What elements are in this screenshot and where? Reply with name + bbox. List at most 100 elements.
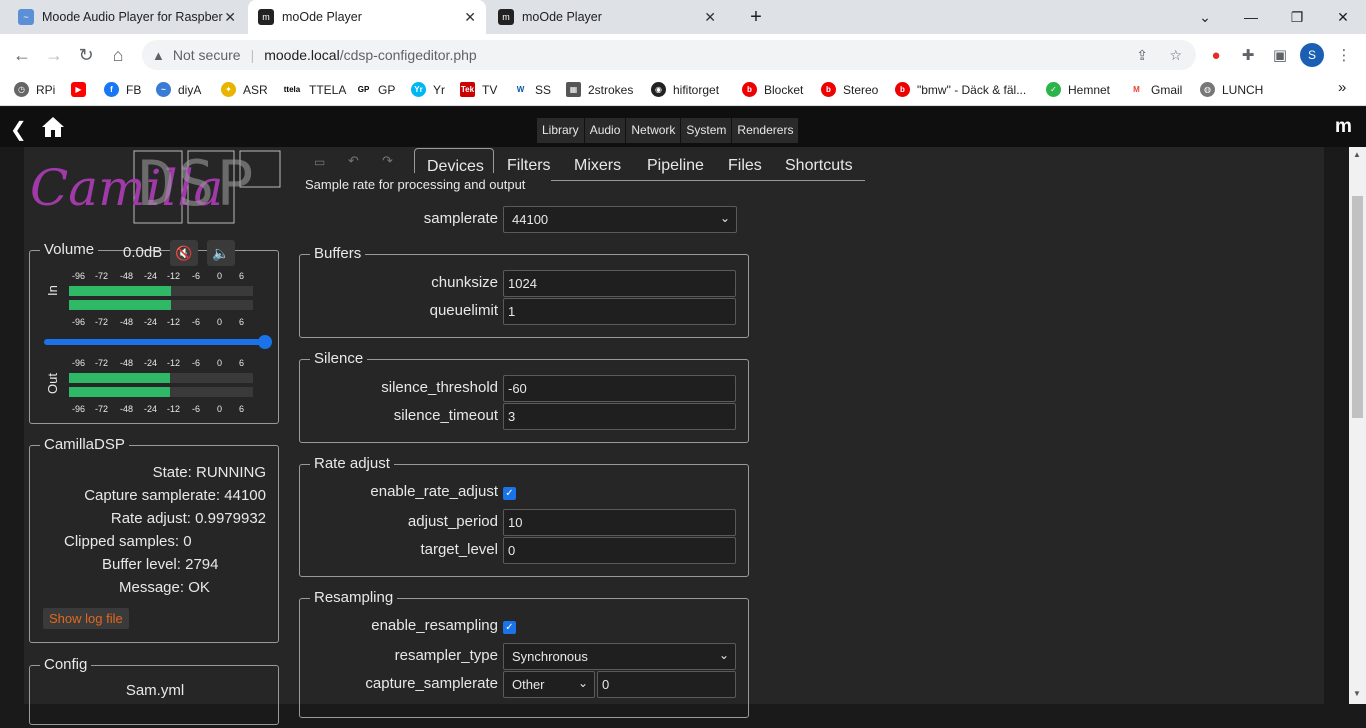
config-panel: Config Sam.yml: [29, 656, 279, 725]
tab-mixers[interactable]: Mixers: [574, 157, 621, 175]
resampling-legend: Resampling: [310, 589, 398, 606]
browser-tab-2[interactable]: m moOde Player ✕: [248, 0, 486, 34]
tab-files[interactable]: Files: [728, 157, 762, 175]
chunksize-input[interactable]: 1024: [503, 270, 736, 297]
close-window-icon[interactable]: ✕: [1320, 0, 1366, 34]
enable-resampling-checkbox[interactable]: ✓: [503, 621, 516, 634]
bookmark-star-icon[interactable]: ☆: [1169, 47, 1182, 64]
tab-search-icon[interactable]: ⌄: [1182, 0, 1228, 34]
silence-threshold-input[interactable]: -60: [503, 375, 736, 402]
bookmark-ttela[interactable]: ttela TTELA: [282, 82, 346, 97]
bookmark-bmw[interactable]: b "bmw" - Däck & fäl...: [895, 82, 1026, 97]
camilladsp-logo: Camilla DSP: [28, 147, 288, 229]
bookmark-2strokes[interactable]: ▦ 2strokes: [566, 82, 633, 97]
silence-timeout-input[interactable]: 3: [503, 403, 736, 430]
camilladsp-status-panel: CamillaDSP State: RUNNING Capture sample…: [29, 436, 279, 643]
bookmark-yr[interactable]: Yr Yr: [411, 82, 445, 97]
capture-samplerate-input[interactable]: 0: [597, 671, 736, 698]
new-tab-button[interactable]: +: [733, 0, 779, 34]
bookmark-stereo[interactable]: b Stereo: [821, 82, 878, 97]
moode-favicon: m: [258, 9, 274, 25]
share-icon[interactable]: ⇪: [1136, 47, 1148, 64]
show-log-button[interactable]: Show log file: [43, 608, 129, 629]
menu-network[interactable]: Network: [626, 118, 682, 143]
status-row-clipped: Clipped samples: 0: [64, 533, 192, 550]
bookmark-ss[interactable]: W SS: [513, 82, 551, 97]
close-icon[interactable]: ✕: [704, 9, 716, 26]
status-row-state: State: RUNNING: [152, 464, 266, 481]
forward-icon[interactable]: →: [41, 42, 67, 68]
home-icon[interactable]: [40, 115, 66, 139]
bookmark-lunch[interactable]: ◍ LUNCH: [1200, 82, 1263, 97]
volume-panel: Volume 0.0dB 🔇 🔈 In -96 -72 -48 -24 -12 -6 0 6 …: [29, 240, 279, 424]
scroll-down-icon[interactable]: ▼: [1353, 689, 1361, 698]
bookmark-hemnet[interactable]: ✓ Hemnet: [1046, 82, 1110, 97]
capture-samplerate-select[interactable]: Other ⌄: [503, 671, 595, 698]
resampler-type-label: resampler_type: [394, 647, 498, 664]
volume-slider[interactable]: [44, 335, 272, 349]
config-legend: Config: [40, 656, 92, 673]
resampler-type-select[interactable]: Synchronous ⌄: [503, 643, 736, 670]
adblock-icon[interactable]: ●: [1204, 43, 1228, 67]
samplerate-value: 44100: [512, 212, 549, 227]
address-bar[interactable]: ▲ Not secure | moode.local/cdsp-configed…: [142, 40, 1196, 70]
redo-icon[interactable]: ↷: [382, 153, 393, 169]
page-scrollbar[interactable]: ▲ ▼: [1349, 147, 1366, 704]
adjust-period-input[interactable]: 10: [503, 509, 736, 536]
tab-shortcuts[interactable]: Shortcuts: [785, 157, 853, 175]
tab-title: Moode Audio Player for Raspber: [42, 10, 223, 24]
camilladsp-legend: CamillaDSP: [40, 436, 129, 453]
bookmark-asr[interactable]: ✦ ASR: [221, 82, 268, 97]
home-icon[interactable]: ⌂: [105, 42, 131, 68]
enable-rate-adjust-checkbox[interactable]: ✓: [503, 487, 516, 500]
chevron-down-icon: ⌄: [719, 211, 730, 225]
menu-library[interactable]: Library: [537, 118, 585, 143]
sidepanel-icon[interactable]: ▣: [1268, 43, 1292, 67]
bookmark-gp[interactable]: GP GP: [356, 82, 395, 97]
menu-renderers[interactable]: Renderers: [732, 118, 800, 143]
in-meter-right-fill: [69, 300, 172, 310]
reload-icon[interactable]: ↻: [73, 42, 99, 68]
bookmark-diya[interactable]: ~ diyA: [156, 82, 201, 97]
volume-slider-handle[interactable]: [258, 335, 272, 349]
bookmark-blocket[interactable]: b Blocket: [742, 82, 803, 97]
moode-favicon: m: [498, 9, 514, 25]
extensions-icon[interactable]: ✚: [1236, 43, 1260, 67]
undo-icon[interactable]: ↶: [348, 153, 359, 169]
profile-avatar[interactable]: S: [1300, 43, 1324, 67]
bookmark-fb[interactable]: f FB: [104, 82, 141, 97]
queuelimit-input[interactable]: 1: [503, 298, 736, 325]
bookmark-rpi[interactable]: ◷ RPi: [14, 82, 55, 97]
bookmark-gmail[interactable]: M Gmail: [1129, 82, 1182, 97]
tab-pipeline[interactable]: Pipeline: [647, 157, 704, 175]
close-icon[interactable]: ✕: [224, 9, 236, 26]
bookmark-youtube[interactable]: ▶: [71, 82, 93, 97]
chevron-down-icon: ⌄: [577, 676, 588, 690]
menu-kebab-icon[interactable]: ⋮: [1332, 43, 1356, 67]
divider: |: [250, 47, 255, 63]
moode-logo[interactable]: m: [1335, 116, 1352, 138]
scrollbar-thumb[interactable]: [1352, 196, 1363, 418]
browser-tab-1[interactable]: ~ Moode Audio Player for Raspber ✕: [8, 0, 246, 34]
back-arrow-icon[interactable]: ❮: [10, 117, 27, 142]
new-config-icon[interactable]: ▭: [314, 155, 325, 169]
minimize-icon[interactable]: —: [1228, 0, 1274, 34]
back-icon[interactable]: ←: [9, 42, 35, 68]
scroll-up-icon[interactable]: ▲: [1353, 150, 1361, 159]
status-row-buffer: Buffer level: 2794: [102, 556, 219, 573]
mute-button[interactable]: 🔇: [170, 240, 198, 266]
close-icon[interactable]: ✕: [464, 9, 476, 26]
volume-button[interactable]: 🔈: [207, 240, 235, 266]
target-level-label: target_level: [420, 541, 498, 558]
restore-icon[interactable]: ❐: [1274, 0, 1320, 34]
bookmarks-overflow-icon[interactable]: »: [1338, 79, 1346, 96]
bookmark-tv[interactable]: Tek TV: [460, 82, 497, 97]
browser-tab-3[interactable]: m moOde Player ✕: [488, 0, 726, 34]
menu-audio[interactable]: Audio: [584, 118, 627, 143]
status-row-capture: Capture samplerate: 44100: [84, 487, 266, 504]
target-level-input[interactable]: 0: [503, 537, 736, 564]
menu-system[interactable]: System: [681, 118, 733, 143]
bookmark-hifitorget[interactable]: ◉ hifitorget: [651, 82, 719, 97]
enable-rate-adjust-label: enable_rate_adjust: [370, 483, 498, 500]
samplerate-select[interactable]: 44100 ⌄: [503, 206, 737, 233]
